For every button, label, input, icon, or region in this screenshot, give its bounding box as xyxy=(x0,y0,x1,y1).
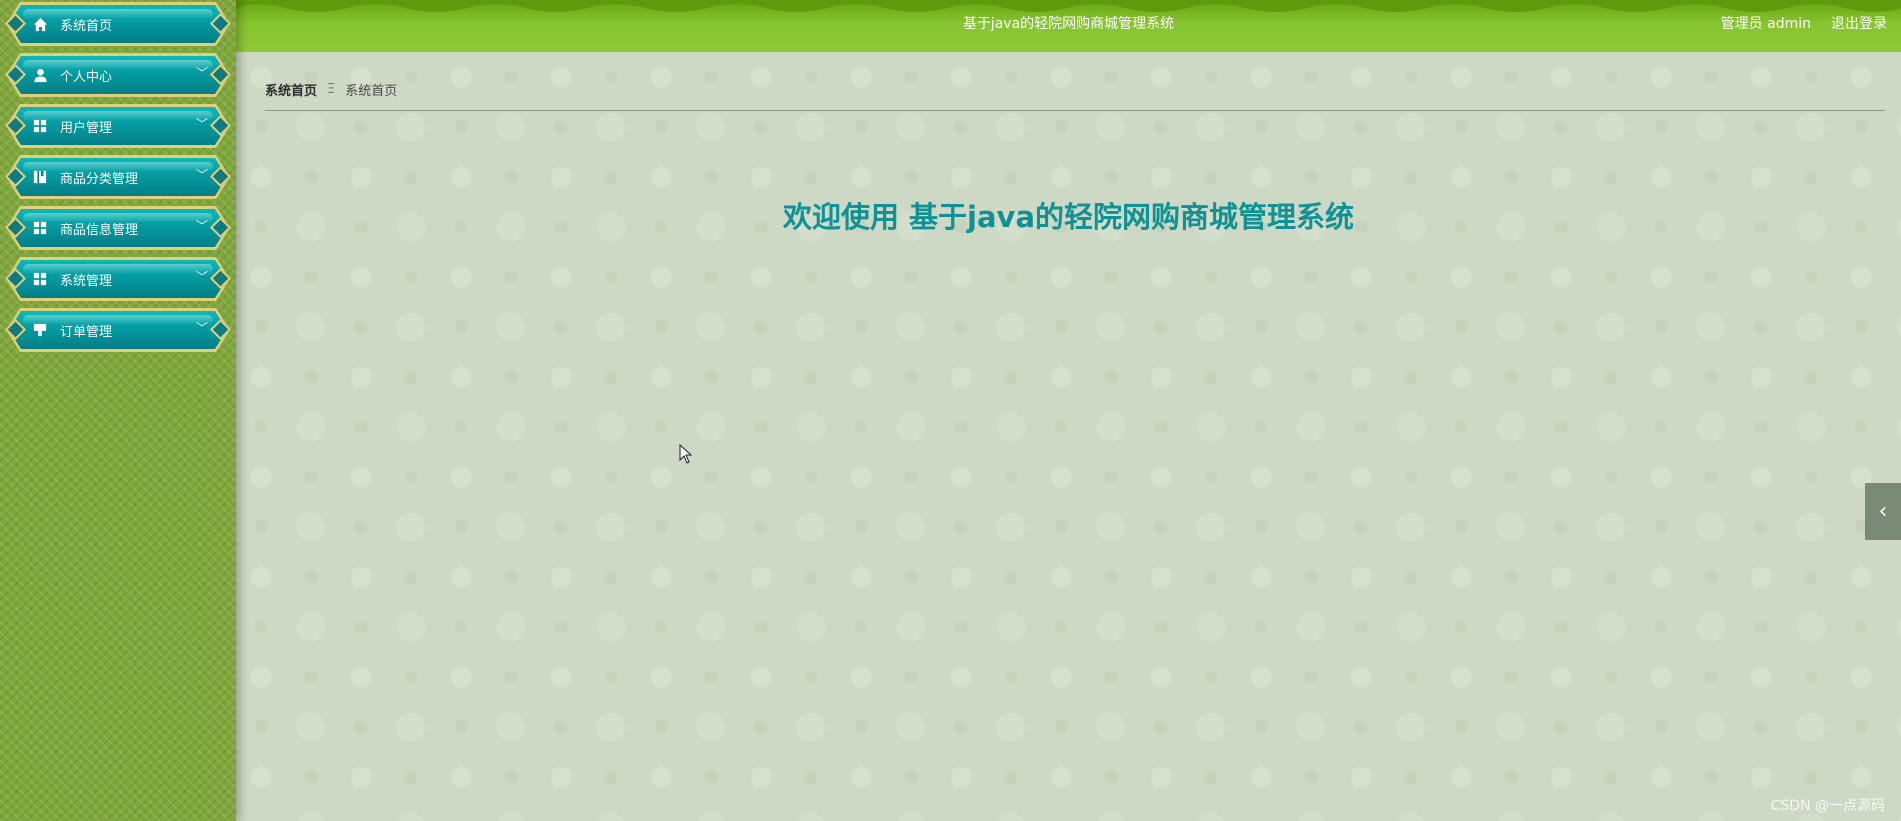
sidebar-item-label: 用户管理 xyxy=(60,121,113,136)
sidebar-item-user-management[interactable]: 用户管理 ﹀ xyxy=(4,104,232,148)
sidebar-item-label: 商品信息管理 xyxy=(60,223,139,238)
watermark: CSDN @一点源码 xyxy=(1770,798,1885,814)
sidebar-item-label: 系统首页 xyxy=(60,19,113,34)
breadcrumb-current: 系统首页 xyxy=(345,84,398,99)
breadcrumb-divider xyxy=(265,110,1885,111)
sidebar-item-system-management[interactable]: 系统管理 ﹀ xyxy=(4,257,232,301)
sidebar-item-label: 订单管理 xyxy=(60,325,113,340)
sidebar-item-label: 个人中心 xyxy=(60,70,113,85)
welcome-heading: 欢迎使用 基于java的轻院网购商城管理系统 xyxy=(782,200,1355,234)
home-icon xyxy=(32,16,48,32)
chevron-left-icon: ‹ xyxy=(1878,499,1888,524)
current-user: 管理员 admin xyxy=(1720,16,1811,32)
sidebar-item-personal-center[interactable]: 个人中心 ﹀ xyxy=(4,53,232,97)
sidebar: 系统首页 个人中心 ﹀ 用户管理 ﹀ 商品分类管理 ﹀ 商品信息管理 ﹀ 系统管… xyxy=(0,0,236,821)
chevron-down-icon: ﹀ xyxy=(195,270,208,284)
sidebar-item-label: 系统管理 xyxy=(60,274,113,289)
chevron-down-icon: ﹀ xyxy=(195,219,208,233)
sidebar-item-label: 商品分类管理 xyxy=(60,172,139,187)
person-icon xyxy=(32,67,48,83)
sidebar-item-category-management[interactable]: 商品分类管理 ﹀ xyxy=(4,155,232,199)
grid-icon xyxy=(32,118,48,134)
logout-link[interactable]: 退出登录 xyxy=(1831,13,1887,33)
mouse-cursor-icon xyxy=(679,444,693,464)
chevron-down-icon: ﹀ xyxy=(195,321,208,335)
grid-icon xyxy=(32,271,48,287)
form-icon xyxy=(32,322,48,338)
chevron-down-icon: ﹀ xyxy=(195,168,208,182)
grid-icon xyxy=(32,220,48,236)
chevron-down-icon: ﹀ xyxy=(195,117,208,131)
sidebar-item-home[interactable]: 系统首页 xyxy=(4,2,232,46)
breadcrumb-root[interactable]: 系统首页 xyxy=(265,80,317,99)
app-title: 基于java的轻院网购商城管理系统 xyxy=(962,16,1175,32)
book-icon xyxy=(32,169,48,185)
breadcrumb: 系统首页 Ξ 系统首页 xyxy=(265,80,397,99)
main-content: 系统首页 Ξ 系统首页 欢迎使用 基于java的轻院网购商城管理系统 ‹ CSD… xyxy=(236,52,1901,821)
breadcrumb-separator: Ξ xyxy=(327,82,336,97)
collapse-panel-button[interactable]: ‹ xyxy=(1865,483,1901,540)
top-header: 基于java的轻院网购商城管理系统 管理员 admin 退出登录 xyxy=(236,0,1901,52)
sidebar-item-product-management[interactable]: 商品信息管理 ﹀ xyxy=(4,206,232,250)
chevron-down-icon: ﹀ xyxy=(195,66,208,80)
sidebar-item-order-management[interactable]: 订单管理 ﹀ xyxy=(4,308,232,352)
